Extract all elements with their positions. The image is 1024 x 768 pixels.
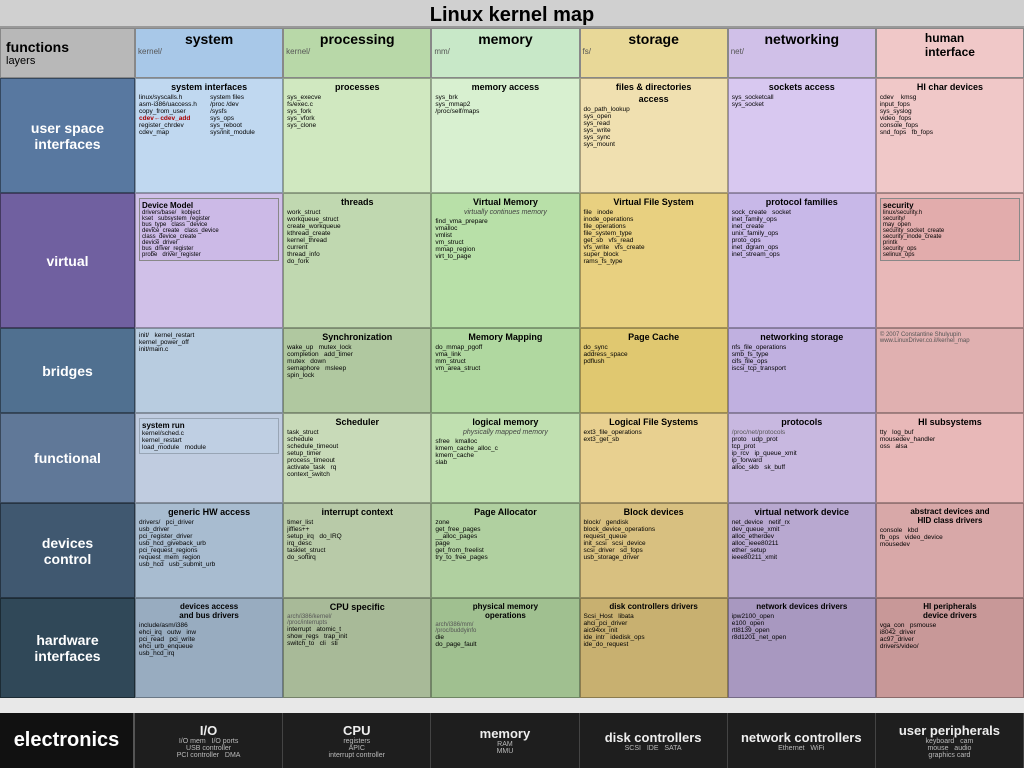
electronics-bar: electronics I/O I/O mem I/O ports USB co… [0, 713, 1024, 768]
row-devices: devicescontrol generic HW access drivers… [0, 503, 1024, 598]
page-title: Linux kernel map [0, 0, 1024, 28]
cell-net-user: sockets access sys_socketcall sys_socket [728, 78, 876, 193]
cell-mem-bridges: Memory Mapping do_mmap_pgoff vma_link mm… [431, 328, 579, 413]
cell-hi-hardware: HI peripheralsdevice drivers vga_con psm… [876, 598, 1024, 698]
cell-net-virtual: protocol families sock_create socket ine… [728, 193, 876, 328]
cell-stor-functional: Logical File Systems ext3_file_operation… [580, 413, 728, 503]
cell-stor-bridges: Page Cache do_sync address_space pdflush [580, 328, 728, 413]
elec-disk: disk controllers SCSI IDE SATA [580, 713, 728, 768]
elec-cpu: CPU registers APIC interrupt controller [283, 713, 431, 768]
header-storage: storage fs/ [580, 28, 728, 78]
cell-system-virtual: Device Model drivers/base/ kobject kset … [135, 193, 283, 328]
cell-mem-user: memory access sys_brk sys_mmap2 /proc/se… [431, 78, 579, 193]
cell-proc-functional: Scheduler task_struct schedule schedule_… [283, 413, 431, 503]
header-system: system kernel/ [135, 28, 283, 78]
cell-net-bridges: networking storage nfs_file_operations s… [728, 328, 876, 413]
header-processing: processing kernel/ [283, 28, 431, 78]
cell-system-bridges: init/ kernel_restart kernel_power_off in… [135, 328, 283, 413]
cell-hi-bridges: © 2007 Constantine Shulyupin www.LinuxDr… [876, 328, 1024, 413]
cell-system-functional: system run kernel/sched.c kernel_restart… [135, 413, 283, 503]
cell-stor-devices: Block devices block/ gendisk block_devic… [580, 503, 728, 598]
label-user-space: user spaceinterfaces [0, 78, 135, 193]
cell-mem-virtual: Virtual Memory virtually continues memor… [431, 193, 579, 328]
elec-network: network controllers Ethernet WiFi [728, 713, 876, 768]
label-hardware: hardwareinterfaces [0, 598, 135, 698]
electronics-label: electronics [0, 713, 135, 768]
cell-stor-hardware: disk controllers drivers Scsi_Host libat… [580, 598, 728, 698]
row-bridges: bridges init/ kernel_restart kernel_powe… [0, 328, 1024, 413]
header-memory: memory mm/ [431, 28, 579, 78]
cell-mem-devices: Page Allocator zone get_free_pages __all… [431, 503, 579, 598]
cell-hi-devices: abstract devices andHID class drivers co… [876, 503, 1024, 598]
header-layers-label: functions layers [0, 28, 135, 78]
elec-io: I/O I/O mem I/O ports USB controller PCI… [135, 713, 283, 768]
header-human: humaninterface [876, 28, 1024, 78]
row-functional: functional system run kernel/sched.c ker… [0, 413, 1024, 503]
label-devices: devicescontrol [0, 503, 135, 598]
cell-system-devices: generic HW access drivers/ pci_driver us… [135, 503, 283, 598]
cell-system-user: system interfaces linux/syscalls.h asm-i… [135, 78, 283, 193]
diagram-wrapper: functions layers system kernel/ processi… [0, 28, 1024, 768]
row-virtual: virtual Device Model drivers/base/ kobje… [0, 193, 1024, 328]
cell-stor-user: files & directories access do_path_looku… [580, 78, 728, 193]
cell-proc-bridges: Synchronization wake_up mutex_lock compl… [283, 328, 431, 413]
cell-stor-virtual: Virtual File System file inode inode_ope… [580, 193, 728, 328]
cell-proc-virtual: threads work_struct workqueue_struct cre… [283, 193, 431, 328]
row-hardware: hardwareinterfaces devices accessand bus… [0, 598, 1024, 698]
label-bridges: bridges [0, 328, 135, 413]
cell-proc-hardware: CPU specific arch/i386/kernel//proc/inte… [283, 598, 431, 698]
elec-peripherals: user peripherals keyboard cam mouse audi… [876, 713, 1024, 768]
header-networking: networking net/ [728, 28, 876, 78]
cell-net-hardware: network devices drivers ipw2100_open e10… [728, 598, 876, 698]
cell-net-devices: virtual network device net_device netif_… [728, 503, 876, 598]
elec-memory: memory RAM MMU [431, 713, 579, 768]
cell-mem-functional: logical memory physically mapped memory … [431, 413, 579, 503]
cell-proc-devices: interrupt context timer_list jiffies++ s… [283, 503, 431, 598]
cell-net-functional: protocols /proc/net/protocols proto udp_… [728, 413, 876, 503]
label-virtual: virtual [0, 193, 135, 328]
cell-proc-user: processes sys_execve fs/exec.c sys_fork … [283, 78, 431, 193]
cell-hi-virtual: security linux/security.h security/ may_… [876, 193, 1024, 328]
cell-system-hardware: devices accessand bus drivers include/as… [135, 598, 283, 698]
cell-hi-functional: HI subsystems tty log_buf mousedev_handl… [876, 413, 1024, 503]
main-container: Linux kernel map functions layers system… [0, 0, 1024, 768]
header-row: functions layers system kernel/ processi… [0, 28, 1024, 78]
label-functional: functional [0, 413, 135, 503]
cell-mem-hardware: physical memoryoperations arch/i386/mm//… [431, 598, 579, 698]
row-user: user spaceinterfaces system interfaces l… [0, 78, 1024, 193]
cell-hi-user: HI char devices cdev kmsg input_fops sys… [876, 78, 1024, 193]
